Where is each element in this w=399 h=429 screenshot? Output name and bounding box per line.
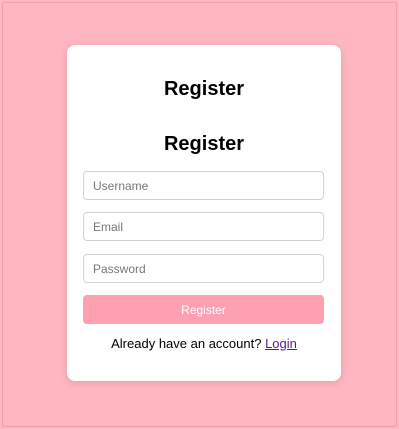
form-title: Register: [163, 133, 245, 155]
login-prompt-text: Already have an account?: [111, 336, 266, 351]
email-input[interactable]: [83, 212, 324, 241]
register-button[interactable]: Register: [83, 295, 324, 324]
password-input[interactable]: [83, 254, 324, 283]
register-card: Register Register Register Already have …: [67, 45, 341, 381]
login-link[interactable]: Login: [265, 336, 297, 351]
page-title: Register: [163, 78, 245, 100]
login-prompt: Already have an account? Login: [67, 336, 341, 352]
username-input[interactable]: [83, 171, 324, 200]
